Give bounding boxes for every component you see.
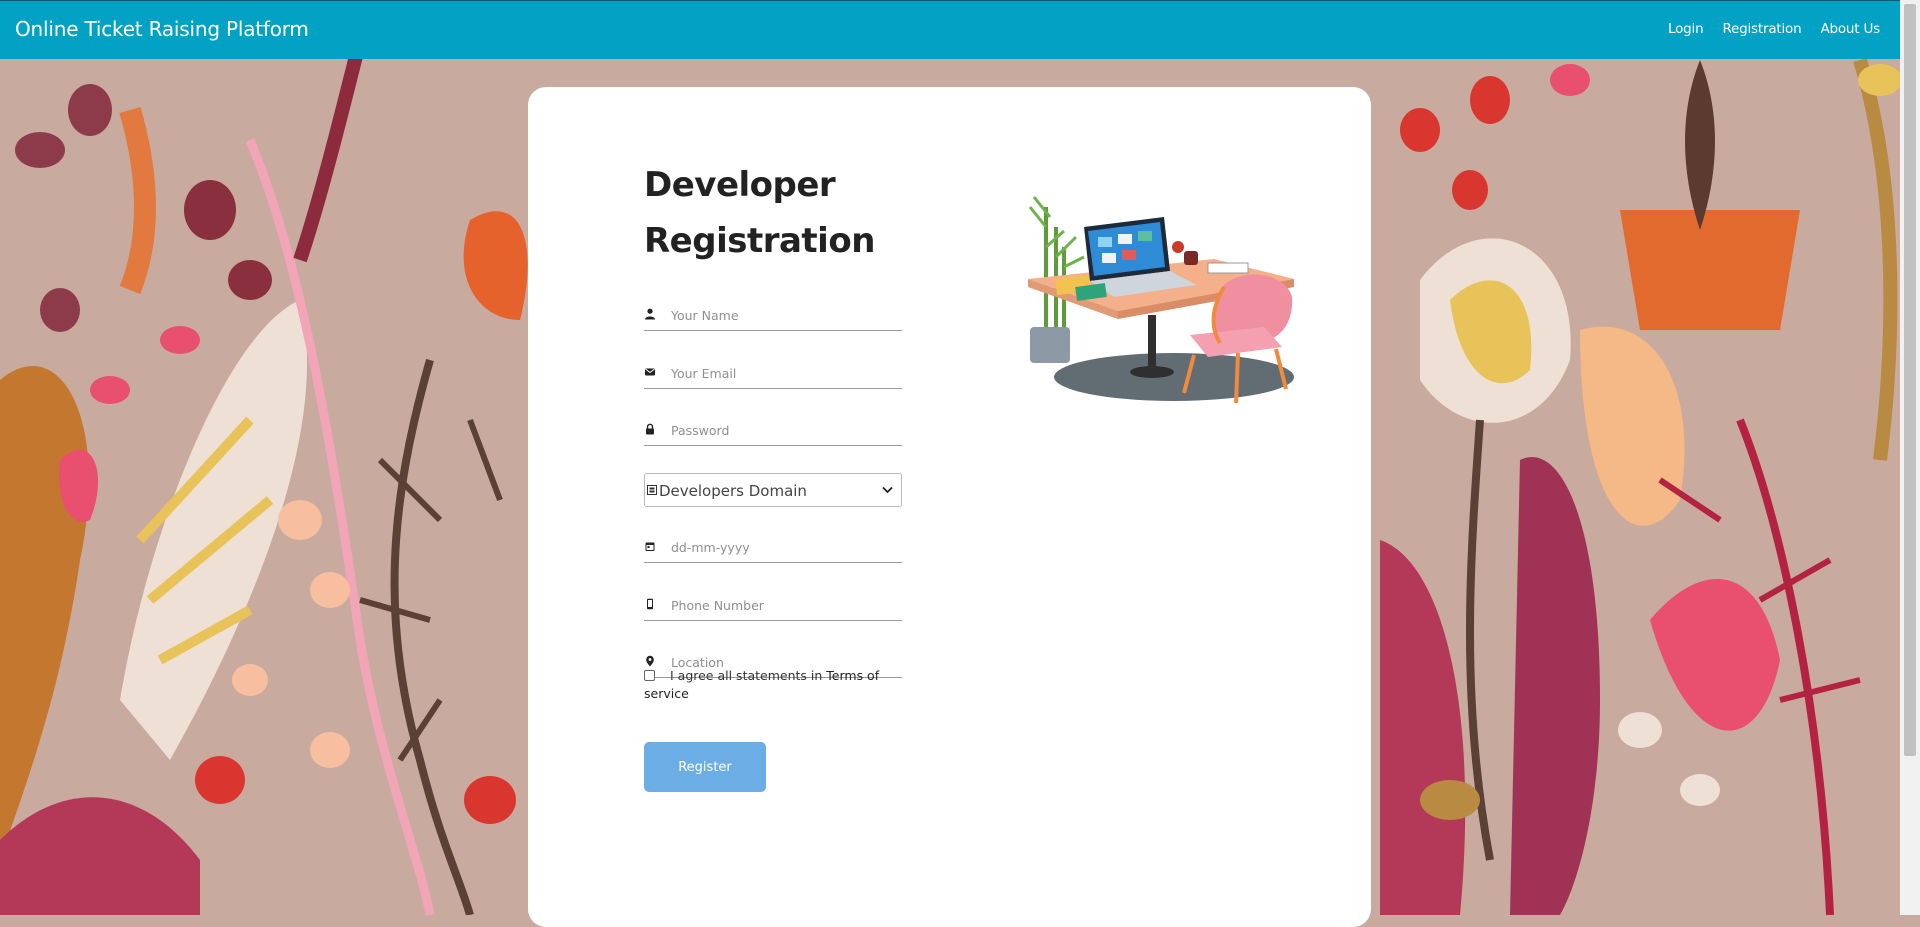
scrollbar-thumb[interactable] bbox=[1904, 4, 1916, 756]
terms-agreement: I agree all statements in Terms of servi… bbox=[644, 667, 894, 703]
terms-text-prefix: I agree all statements in bbox=[670, 668, 827, 683]
register-button[interactable]: Register bbox=[644, 742, 766, 792]
nav-link-registration[interactable]: Registration bbox=[1722, 21, 1801, 37]
date-input[interactable] bbox=[671, 534, 899, 560]
nav-link-login[interactable]: Login bbox=[1668, 21, 1704, 37]
title-line-2: Registration bbox=[644, 221, 875, 261]
password-field bbox=[644, 415, 902, 446]
name-field bbox=[644, 300, 902, 331]
page-title: Developer Registration bbox=[644, 157, 904, 269]
registration-card: Developer Registration Developers bbox=[528, 87, 1371, 927]
email-field bbox=[644, 358, 902, 389]
phone-input[interactable] bbox=[671, 592, 899, 618]
calendar-icon bbox=[645, 542, 655, 551]
developers-domain-select[interactable]: Developers Domain bbox=[644, 473, 902, 507]
date-field bbox=[644, 532, 902, 563]
name-input[interactable] bbox=[671, 302, 899, 328]
terms-checkbox[interactable] bbox=[644, 670, 655, 681]
domain-select-value: Developers Domain bbox=[659, 482, 807, 500]
mobile-phone-icon bbox=[647, 598, 653, 610]
terms-text: I agree all statements in Terms of servi… bbox=[644, 667, 894, 703]
top-navbar: Online Ticket Raising Platform Login Reg… bbox=[0, 0, 1900, 59]
phone-field bbox=[644, 590, 902, 621]
page-scrollbar[interactable] bbox=[1900, 0, 1920, 915]
password-input[interactable] bbox=[671, 417, 899, 443]
title-line-1: Developer bbox=[644, 165, 836, 205]
person-icon bbox=[645, 308, 655, 320]
envelope-icon bbox=[645, 368, 655, 376]
nav-links: Login Registration About Us bbox=[1668, 21, 1880, 37]
desk-laptop-illustration bbox=[1028, 196, 1294, 404]
nav-link-about-us[interactable]: About Us bbox=[1820, 21, 1880, 37]
lock-icon bbox=[646, 423, 654, 435]
chevron-down-icon bbox=[882, 486, 893, 494]
brand-title[interactable]: Online Ticket Raising Platform bbox=[15, 17, 309, 41]
email-input[interactable] bbox=[671, 360, 899, 386]
map-pin-icon bbox=[646, 655, 654, 667]
domain-icon bbox=[647, 485, 657, 495]
